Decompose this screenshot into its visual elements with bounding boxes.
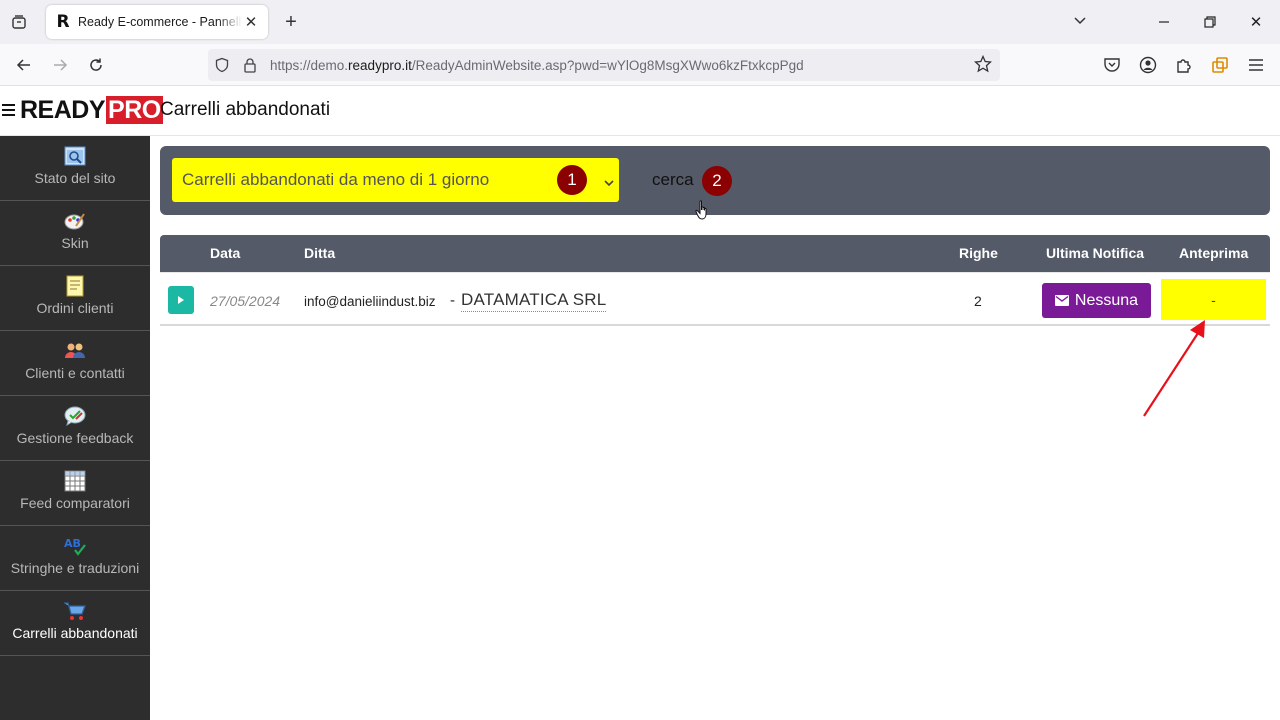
row-email: info@danieliindust.biz: [304, 294, 436, 309]
sidebar-item-feed-comparatori[interactable]: Feed comparatori: [0, 461, 150, 526]
filter-panel: Carrelli abbandonati da meno di 1 giorno…: [160, 146, 1270, 215]
reload-icon[interactable]: [84, 53, 108, 77]
sidebar: Stato del sito Skin Ordini clienti Clien…: [0, 136, 150, 720]
close-window-icon[interactable]: ✕: [1244, 10, 1268, 34]
cart-icon: [63, 600, 87, 622]
grid-icon: [63, 470, 87, 492]
sidebar-item-label: Skin: [61, 235, 89, 251]
new-tab-icon[interactable]: +: [280, 11, 302, 33]
column-header-date[interactable]: Data: [210, 245, 240, 261]
preview-value: -: [1211, 291, 1216, 308]
table-header: Data Ditta Righe Ultima Notifica Antepri…: [160, 235, 1270, 272]
app-header: READY PRO Carrelli abbandonati: [0, 86, 1280, 136]
annotation-arrow-icon: [1143, 320, 1205, 417]
lock-icon[interactable]: [236, 57, 264, 73]
url-path: /ReadyAdminWebsite.asp?pwd=wYlOg8MsgXWwo…: [411, 57, 804, 73]
expand-row-button[interactable]: [168, 286, 194, 314]
sidebar-item-stringhe-e-traduzioni[interactable]: AB Stringhe e traduzioni: [0, 526, 150, 591]
orders-icon: [63, 275, 87, 297]
browser-tab-bar: R Ready E-commerce - Pannello di control…: [0, 0, 1280, 44]
sidebar-item-label: Stato del sito: [34, 170, 116, 186]
step-badge-2: 2: [702, 166, 732, 196]
sidebar-item-label: Ordini clienti: [36, 300, 114, 316]
sidebar-item-clienti-e-contatti[interactable]: Clienti e contatti: [0, 331, 150, 396]
shield-icon[interactable]: [208, 57, 236, 73]
multi-account-icon[interactable]: [1210, 55, 1230, 75]
table-row: 27/05/2024 info@danieliindust.biz - DATA…: [160, 272, 1270, 326]
search-button[interactable]: cerca: [652, 170, 694, 190]
close-tab-icon[interactable]: ✕: [242, 13, 260, 31]
logo-ready-text: READY: [20, 95, 106, 124]
restore-icon[interactable]: [1198, 10, 1222, 34]
url-domain: readypro.it: [348, 57, 412, 73]
column-header-last-notification[interactable]: Ultima Notifica: [1046, 245, 1144, 261]
column-header-rows[interactable]: Righe: [959, 245, 998, 261]
chevron-down-icon: [603, 174, 615, 194]
readypro-logo[interactable]: READY PRO: [20, 96, 163, 124]
translation-icon: AB: [63, 535, 87, 557]
step-badge-1: 1: [557, 165, 587, 195]
forward-icon[interactable]: [48, 53, 72, 77]
row-line-count: 2: [974, 293, 982, 309]
sidebar-item-label: Feed comparatori: [20, 495, 130, 511]
back-icon[interactable]: [12, 53, 36, 77]
row-company-link[interactable]: DATAMATICA SRL: [461, 290, 607, 312]
minimize-icon[interactable]: [1152, 10, 1176, 34]
account-icon[interactable]: [1138, 55, 1158, 75]
url-prefix: https://demo.: [270, 57, 349, 73]
row-date: 27/05/2024: [210, 293, 281, 309]
notification-button-label: Nessuna: [1074, 291, 1139, 309]
sidebar-item-label: Carrelli abbandonati: [12, 625, 138, 641]
svg-text:AB: AB: [64, 537, 81, 550]
feedback-icon: [63, 405, 87, 427]
tab-list-icon[interactable]: [8, 11, 30, 33]
sidebar-item-skin[interactable]: Skin: [0, 201, 150, 266]
sidebar-item-gestione-feedback[interactable]: Gestione feedback: [0, 396, 150, 461]
bookmark-star-icon[interactable]: [973, 54, 993, 78]
sidebar-item-ordini-clienti[interactable]: Ordini clienti: [0, 266, 150, 331]
chevron-down-icon[interactable]: [1072, 12, 1088, 33]
url-text: https://demo.readypro.it/ReadyAdminWebsi…: [270, 58, 804, 73]
row-separator: -: [450, 292, 455, 309]
sidebar-item-label: Clienti e contatti: [25, 365, 125, 381]
site-status-icon: [63, 145, 87, 167]
browser-tab-active[interactable]: R Ready E-commerce - Pannello di control…: [46, 5, 268, 39]
sidebar-item-carrelli-abbandonati[interactable]: Carrelli abbandonati: [0, 591, 150, 656]
hamburger-menu-icon[interactable]: [2, 104, 15, 119]
column-header-company[interactable]: Ditta: [304, 245, 335, 261]
envelope-icon: [1054, 295, 1069, 306]
extensions-icon[interactable]: [1174, 55, 1194, 75]
tab-title: Ready E-commerce - Pannello di controllo: [78, 15, 242, 29]
browser-nav-bar: https://demo.readypro.it/ReadyAdminWebsi…: [0, 44, 1280, 86]
play-icon: [178, 296, 184, 304]
ready-favicon-icon: R: [56, 12, 70, 32]
palette-icon: [63, 210, 87, 232]
menu-icon[interactable]: [1246, 55, 1266, 75]
logo-pro-text: PRO: [106, 96, 163, 124]
url-bar[interactable]: https://demo.readypro.it/ReadyAdminWebsi…: [208, 49, 1000, 81]
period-select[interactable]: Carrelli abbandonati da meno di 1 giorno…: [172, 158, 619, 202]
contacts-icon: [63, 340, 87, 362]
pocket-icon[interactable]: [1102, 55, 1122, 75]
sidebar-item-label: Gestione feedback: [16, 430, 134, 446]
hand-cursor-icon: [695, 200, 707, 220]
period-select-value: Carrelli abbandonati da meno di 1 giorno: [182, 170, 490, 189]
column-header-preview[interactable]: Anteprima: [1179, 245, 1248, 261]
sidebar-item-label: Stringhe e traduzioni: [10, 560, 140, 576]
page-title: Carrelli abbandonati: [160, 99, 331, 120]
sidebar-item-stato-del-sito[interactable]: Stato del sito: [0, 136, 150, 201]
